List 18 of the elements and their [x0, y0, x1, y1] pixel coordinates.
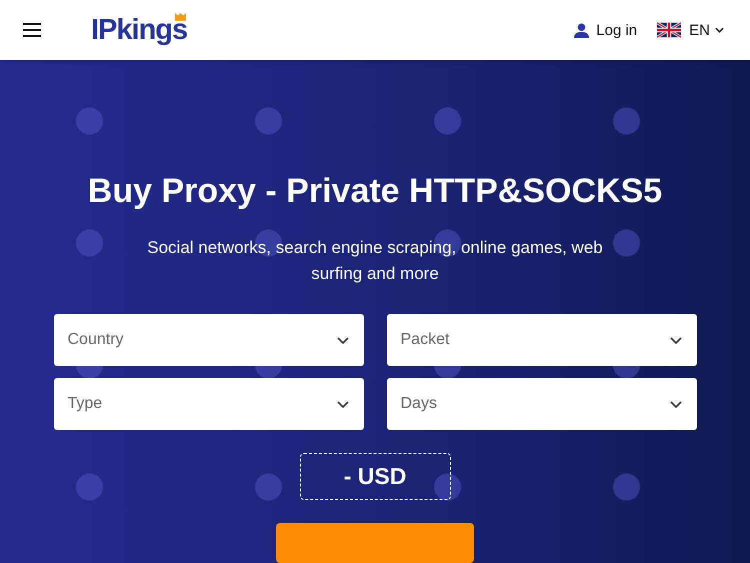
hero-subtitle: Social networks, search engine scraping, online games, web surfing and more	[146, 237, 604, 285]
language-selector[interactable]: EN	[657, 22, 724, 38]
chevron-down-icon	[715, 27, 724, 33]
select-field[interactable]: Packet	[386, 314, 696, 366]
logo[interactable]: IPkings	[91, 14, 186, 46]
price-display: - USD	[300, 453, 450, 500]
select-field[interactable]: Country	[54, 314, 364, 366]
user-icon	[574, 22, 590, 38]
login-link[interactable]: Log in	[574, 22, 638, 38]
chevron-down-icon	[670, 336, 682, 344]
select-field[interactable]: Days	[386, 378, 696, 430]
flag-icon	[657, 22, 682, 38]
select-field[interactable]: Type	[54, 378, 364, 430]
chevron-down-icon	[670, 400, 682, 408]
menu-icon[interactable]	[23, 23, 41, 37]
chevron-down-icon	[336, 336, 348, 344]
hero-title: Buy Proxy - Private HTTP&SOCKS5	[88, 171, 662, 211]
chevron-down-icon	[336, 400, 348, 408]
